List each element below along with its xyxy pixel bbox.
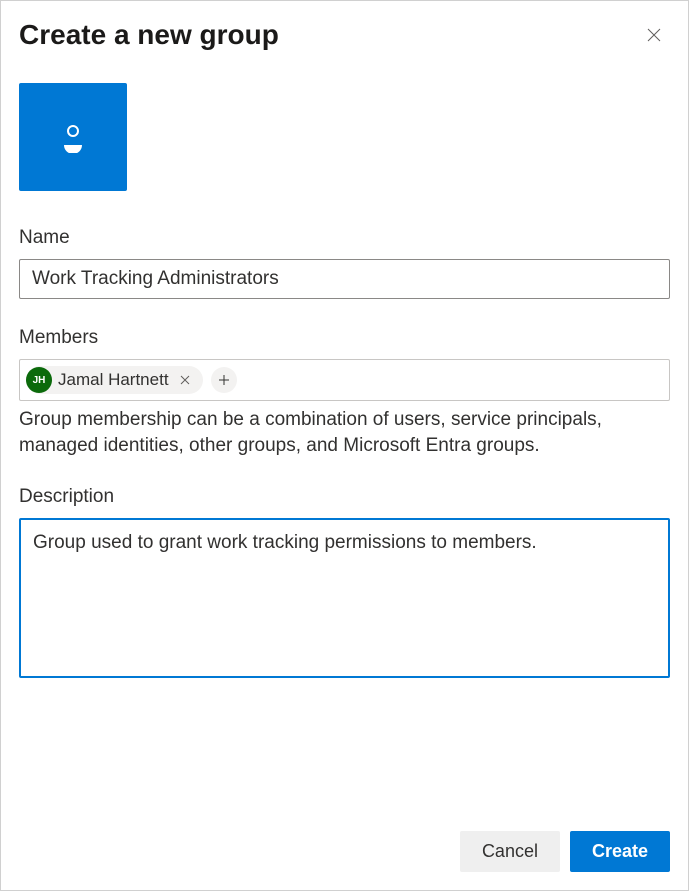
- person-icon: [57, 121, 89, 153]
- add-member-button[interactable]: [211, 367, 237, 393]
- member-chip-name: Jamal Hartnett: [58, 370, 169, 390]
- name-field-group: Name: [19, 227, 670, 299]
- dialog-title: Create a new group: [19, 19, 279, 51]
- create-button[interactable]: Create: [570, 831, 670, 872]
- member-chip[interactable]: JH Jamal Hartnett: [26, 366, 203, 394]
- members-label: Members: [19, 327, 670, 349]
- dialog-header: Create a new group: [19, 19, 670, 51]
- description-textarea[interactable]: [19, 518, 670, 678]
- group-avatar-tile[interactable]: [19, 83, 127, 191]
- plus-icon: [218, 374, 230, 386]
- remove-member-button[interactable]: [175, 370, 195, 390]
- close-icon: [646, 27, 662, 43]
- dialog-footer: Cancel Create: [19, 831, 670, 872]
- member-avatar: JH: [26, 367, 52, 393]
- close-button[interactable]: [638, 19, 670, 51]
- members-helper-text: Group membership can be a combination of…: [19, 407, 670, 458]
- name-label: Name: [19, 227, 670, 249]
- members-field-group: Members JH Jamal Hartnett Group membersh…: [19, 327, 670, 458]
- name-input[interactable]: [19, 259, 670, 299]
- members-input-box[interactable]: JH Jamal Hartnett: [19, 359, 670, 401]
- cancel-button[interactable]: Cancel: [460, 831, 560, 872]
- description-label: Description: [19, 486, 670, 508]
- close-icon: [180, 375, 190, 385]
- description-field-group: Description: [19, 486, 670, 683]
